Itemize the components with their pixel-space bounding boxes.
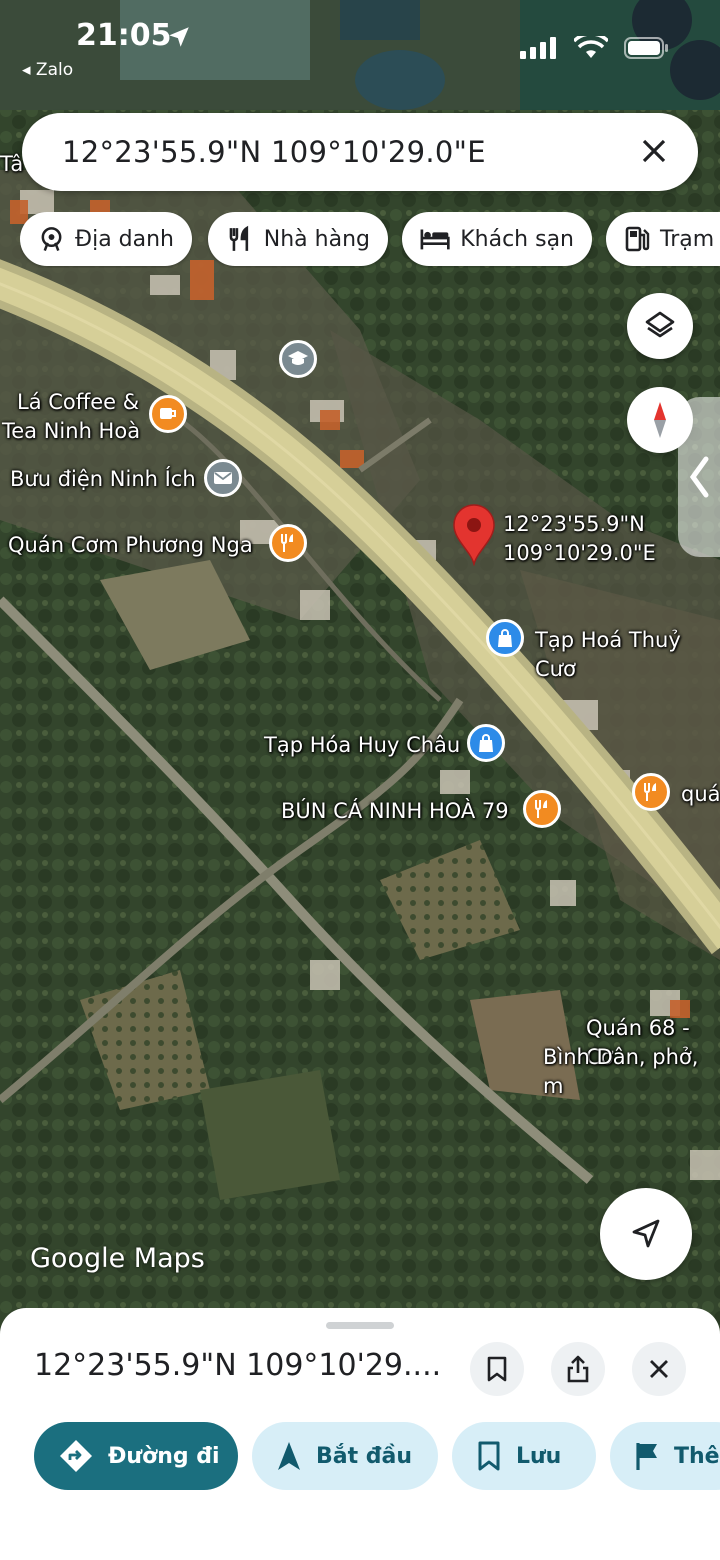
category-chips: Địa danh Nhà hàng Khách sạn Trạm: [20, 212, 720, 268]
save-button[interactable]: Lưu: [452, 1422, 596, 1490]
fork-knife-icon: [535, 800, 547, 818]
chip-restaurants[interactable]: Nhà hàng: [208, 212, 388, 266]
post-office-poi[interactable]: [204, 459, 242, 497]
place-buu-dien[interactable]: Bưu điện Ninh Ích: [10, 465, 196, 494]
search-query[interactable]: 12°23'55.9"N 109°10'29.0"E: [62, 135, 486, 169]
place-bottom-sheet[interactable]: 12°23'55.9"N 109°10'29.... Đường đi Bắt …: [0, 1308, 720, 1560]
status-bar: 21:05 ◂ Zalo: [0, 0, 720, 110]
mail-icon: [214, 472, 232, 484]
chip-gas-stations[interactable]: Trạm: [606, 212, 720, 266]
action-buttons-row: Đường đi Bắt đầu Lưu Thê: [0, 1422, 720, 1492]
fork-knife-icon: [644, 783, 656, 801]
share-icon: [567, 1355, 589, 1383]
bookmark-icon: [478, 1441, 500, 1471]
hotel-icon: [420, 229, 450, 250]
navigation-icon: [632, 1219, 660, 1248]
close-search-icon[interactable]: [634, 131, 674, 171]
map-label-edge: Tâ: [0, 152, 24, 176]
bookmark-icon: [487, 1356, 507, 1382]
shop-poi[interactable]: [467, 724, 505, 762]
place-tap-hoa-thuy[interactable]: Tạp Hoá Thuỷ Cươ: [535, 626, 720, 684]
cellular-signal-icon: [520, 37, 556, 59]
location-arrow-icon: [169, 27, 189, 47]
gas-station-icon: [625, 226, 650, 252]
place-la-coffee-line1[interactable]: Lá Coffee &: [17, 388, 139, 417]
chip-hotels[interactable]: Khách sạn: [402, 212, 592, 266]
place-title: 12°23'55.9"N 109°10'29....: [34, 1348, 442, 1383]
layers-button[interactable]: [627, 293, 693, 359]
fork-knife-icon: [281, 534, 293, 552]
place-quan-68-line2[interactable]: Bình Dân, phở, m: [543, 1043, 720, 1101]
dropped-pin-icon[interactable]: [452, 504, 496, 566]
my-location-button[interactable]: [600, 1188, 692, 1280]
save-bookmark-button[interactable]: [470, 1342, 524, 1396]
restaurant-poi[interactable]: [523, 790, 561, 828]
chevron-left-icon: [689, 456, 709, 498]
directions-button[interactable]: Đường đi: [34, 1422, 238, 1490]
pin-coordinates-lat: 12°23'55.9"N: [503, 512, 645, 536]
side-panel-handle[interactable]: [678, 397, 720, 557]
restaurant-poi[interactable]: [269, 524, 307, 562]
cafe-poi[interactable]: [149, 395, 187, 433]
google-maps-attribution: Google Maps: [30, 1243, 205, 1274]
share-button[interactable]: [551, 1342, 605, 1396]
wifi-icon: [574, 36, 608, 58]
sheet-drag-handle[interactable]: [326, 1322, 394, 1329]
flag-icon: [636, 1443, 657, 1470]
battery-icon: [624, 37, 668, 59]
close-sheet-button[interactable]: [632, 1342, 686, 1396]
close-icon: [650, 1360, 668, 1378]
compass-icon: [654, 402, 666, 438]
back-to-app-link[interactable]: ◂ Zalo: [22, 60, 73, 80]
pin-coordinates-lng: 109°10'29.0"E: [503, 541, 656, 565]
start-label: Bắt đầu: [316, 1443, 413, 1469]
layers-icon: [645, 311, 675, 338]
place-quan-com[interactable]: Quán Cơm Phương Nga: [8, 531, 253, 560]
navigation-arrow-icon: [278, 1442, 300, 1470]
restaurant-icon: [229, 225, 249, 251]
chip-label: Nhà hàng: [263, 226, 370, 252]
place-bun-ca[interactable]: BÚN CÁ NINH HOÀ 79: [281, 797, 509, 826]
start-button[interactable]: Bắt đầu: [252, 1422, 438, 1490]
school-poi[interactable]: [279, 340, 317, 378]
save-label: Lưu: [516, 1443, 562, 1469]
label-button[interactable]: Thê: [610, 1422, 720, 1490]
restaurant-poi[interactable]: [632, 773, 670, 811]
search-bar[interactable]: 12°23'55.9"N 109°10'29.0"E: [22, 113, 698, 191]
label-button-text: Thê: [674, 1443, 720, 1469]
shopping-bag-icon: [479, 734, 493, 752]
shopping-bag-icon: [498, 629, 512, 647]
shop-poi[interactable]: [486, 619, 524, 657]
directions-label: Đường đi: [108, 1443, 220, 1469]
status-time: 21:05: [76, 18, 172, 53]
chip-landmarks[interactable]: Địa danh: [20, 212, 192, 266]
school-icon: [288, 351, 308, 365]
landmark-icon: [41, 227, 62, 252]
chip-label: Trạm: [660, 226, 715, 252]
chip-label: Khách sạn: [460, 226, 574, 252]
place-la-coffee-line2[interactable]: Tea Ninh Hoà: [2, 417, 140, 446]
place-tap-hoa-huy[interactable]: Tạp Hóa Huy Châu: [264, 731, 460, 760]
directions-icon: [60, 1440, 92, 1472]
place-quan-right[interactable]: quá: [681, 780, 720, 809]
coffee-icon: [160, 408, 176, 419]
chip-label: Địa danh: [75, 226, 174, 252]
